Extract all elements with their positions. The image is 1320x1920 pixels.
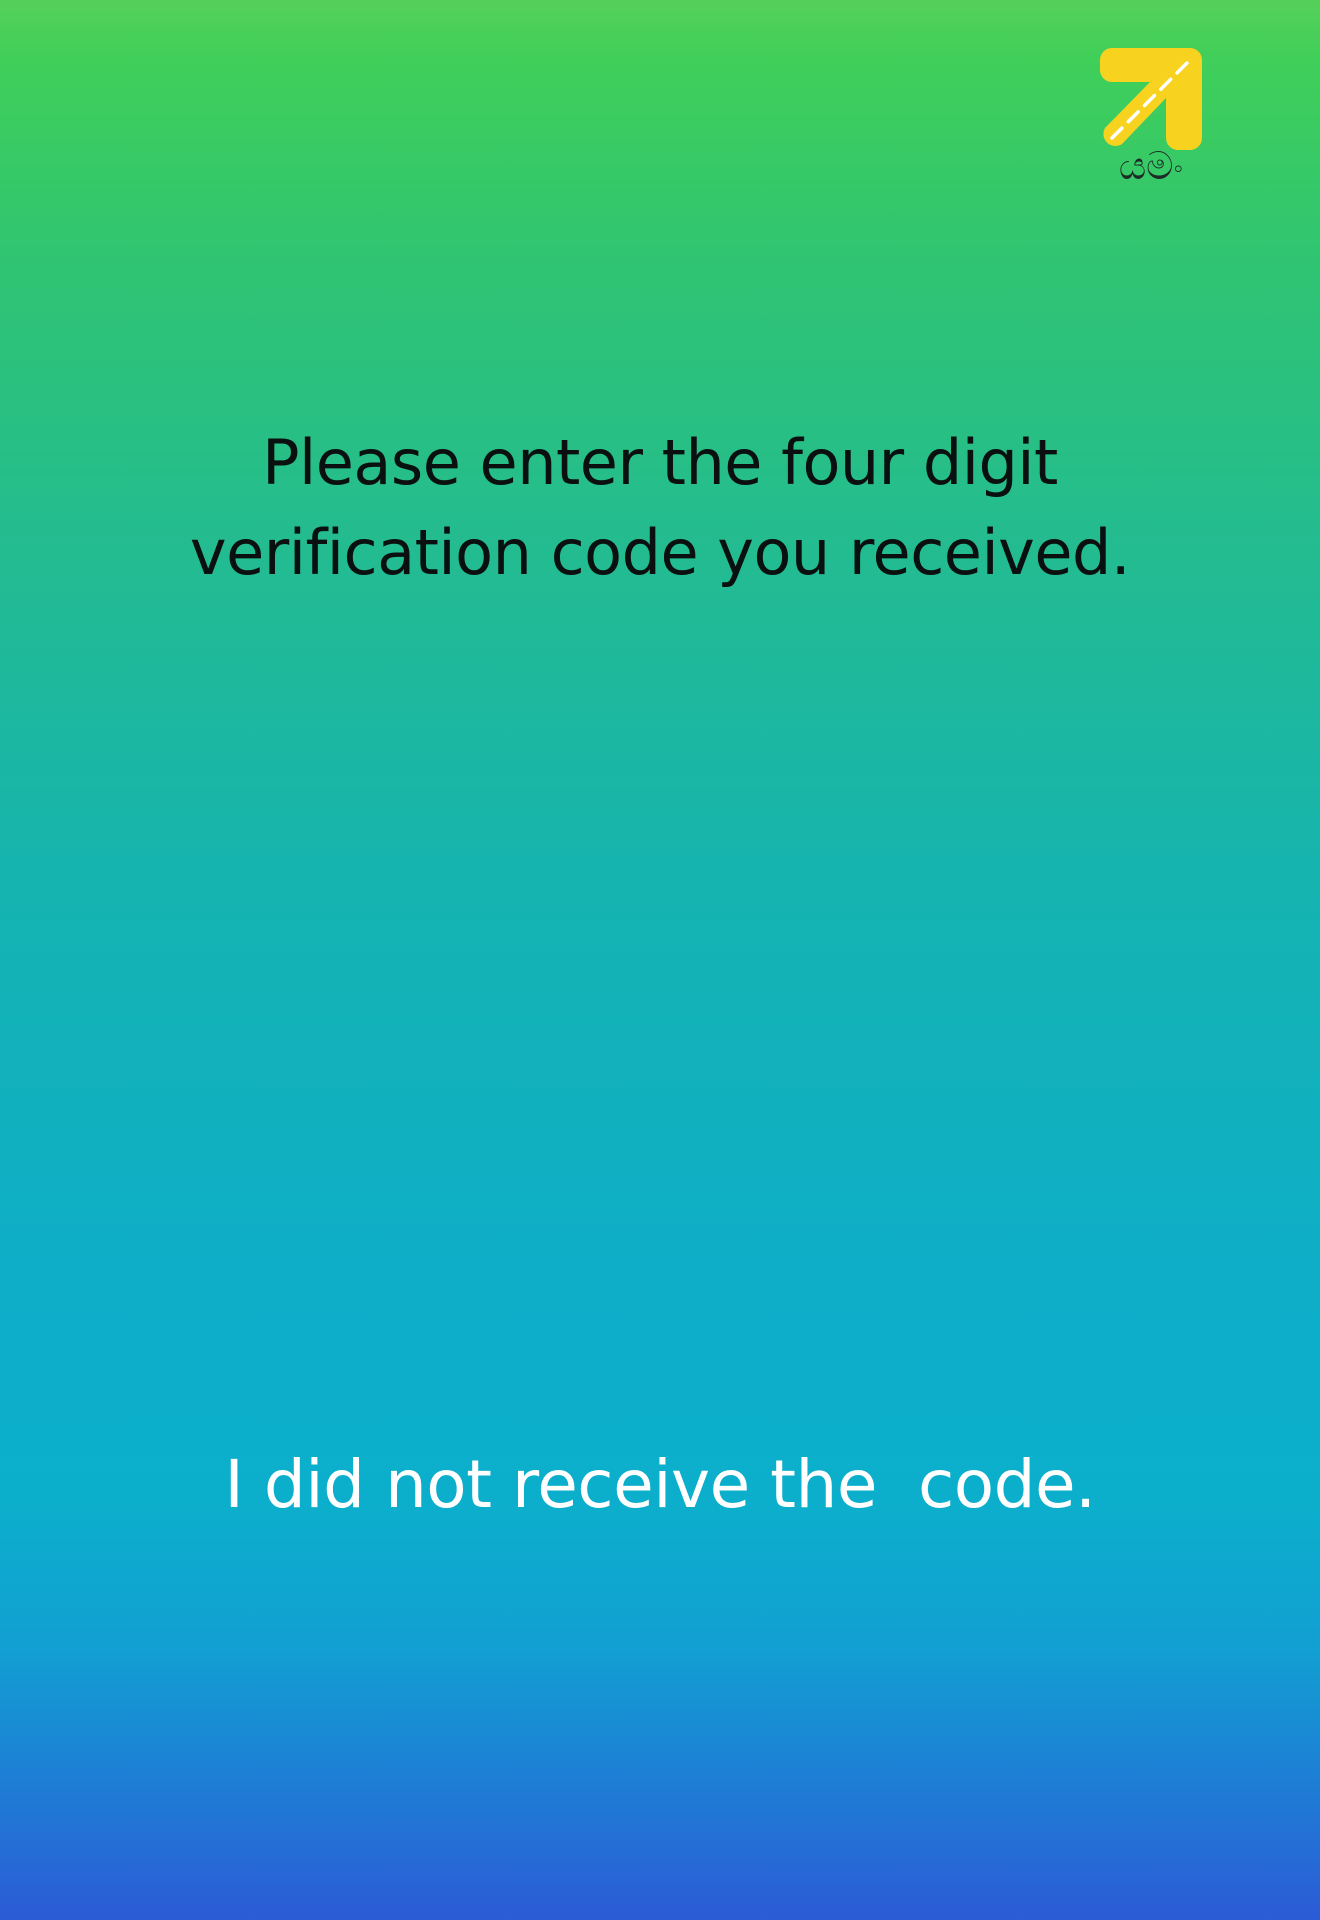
resend-code-link[interactable]: I did not receive the code.	[160, 1440, 1160, 1530]
verification-prompt: Please enter the four digit verification…	[120, 418, 1200, 598]
code-entry-area[interactable]	[160, 760, 1160, 1060]
app-logo: යමං	[1098, 48, 1204, 188]
prompt-line-2: verification code you received.	[189, 516, 1131, 589]
logo-text: යමං	[1118, 144, 1184, 188]
prompt-line-1: Please enter the four digit	[262, 426, 1058, 499]
arrow-icon	[1100, 48, 1202, 150]
verification-screen: යමං Please enter the four digit verifica…	[0, 0, 1320, 1920]
